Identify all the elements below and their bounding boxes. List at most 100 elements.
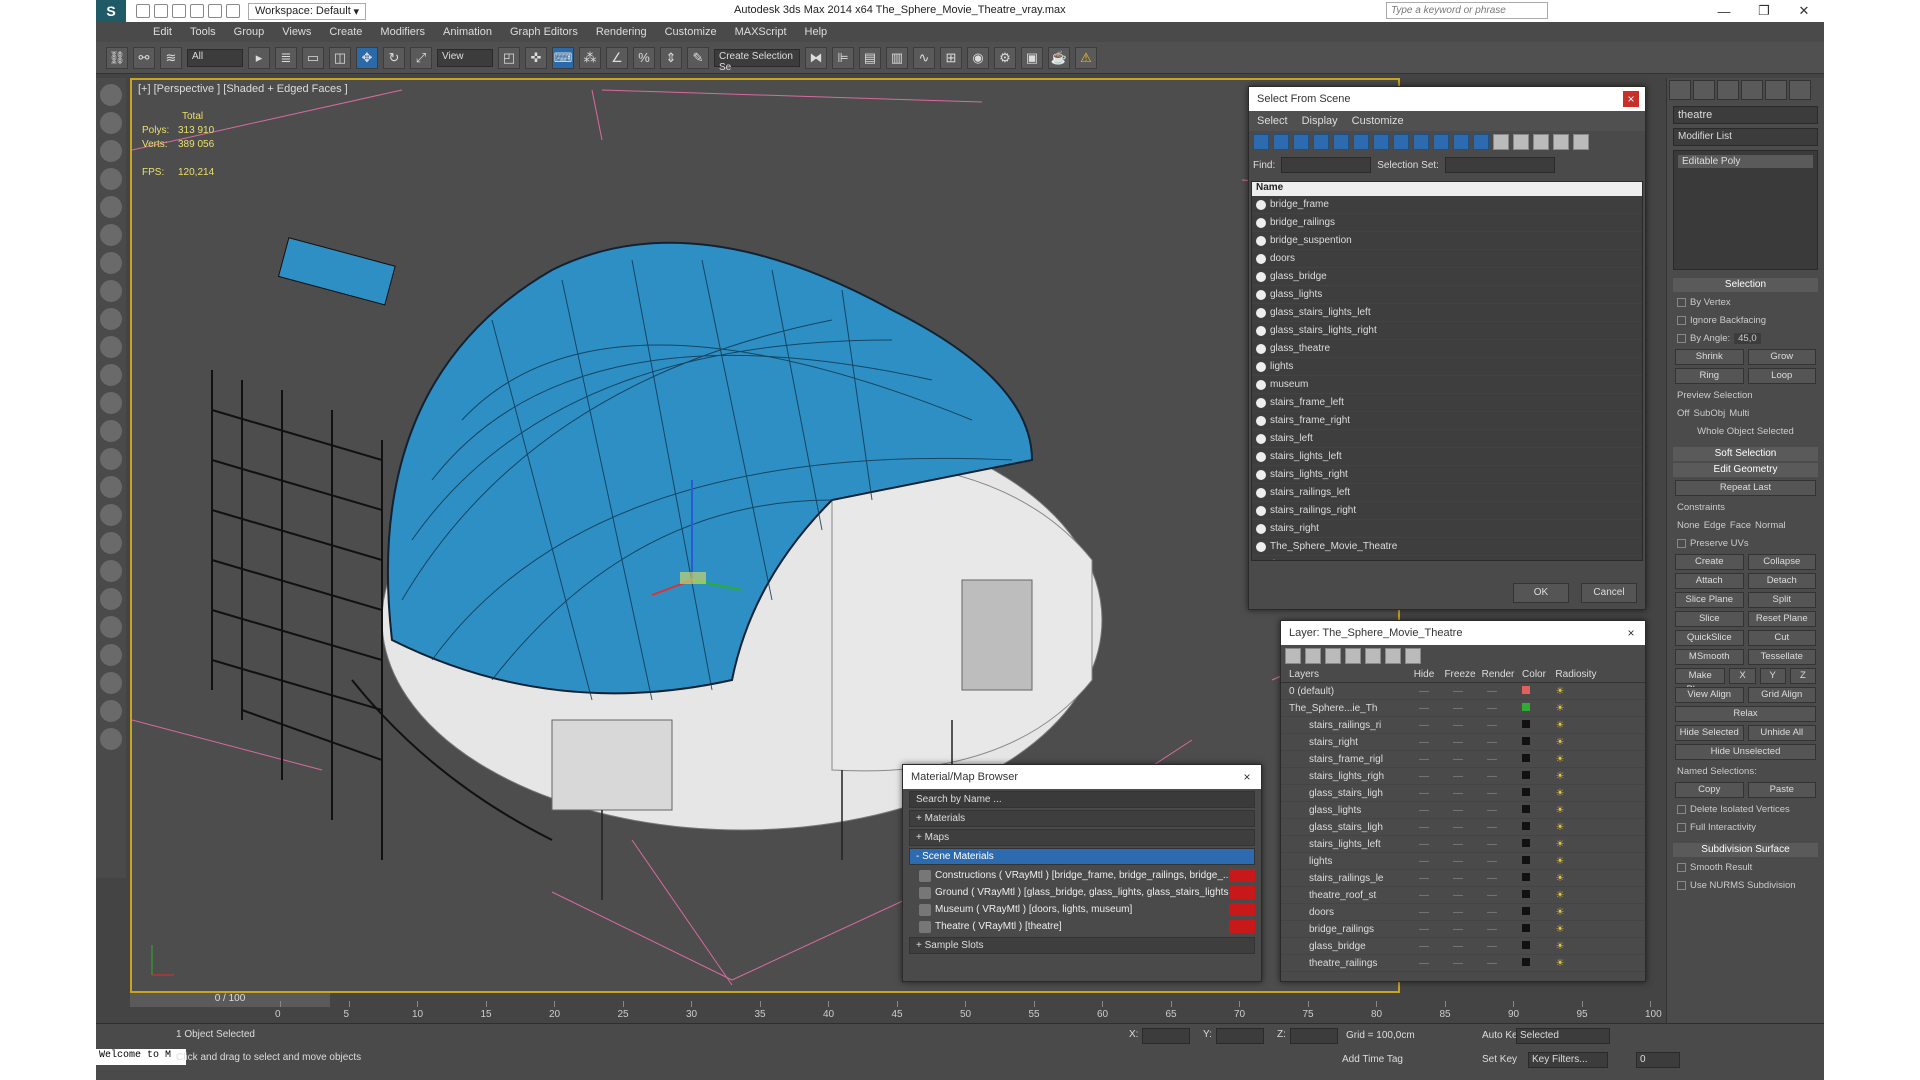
list-item[interactable]: stairs_right [1252, 520, 1642, 538]
list-item[interactable]: glass_bridge [1252, 268, 1642, 286]
schematic-view-icon[interactable]: ⊞ [940, 46, 962, 69]
subobj-radio[interactable]: SubObj [1694, 408, 1726, 419]
timeline-ruler[interactable]: 0 5 10 15 20 25 30 35 40 45 50 55 60 65 70 75 80 85 90 95 10… [190, 993, 1662, 1023]
paste-button[interactable]: Paste [1747, 782, 1816, 798]
layer-row[interactable]: stairs_lights_left — — — ☀ [1281, 836, 1645, 853]
menu-select[interactable]: Select [1257, 115, 1288, 127]
freeze-toggle[interactable]: — [1441, 890, 1475, 901]
layer-row[interactable]: stairs_right — — — ☀ [1281, 734, 1645, 751]
freeze-toggle[interactable]: — [1441, 771, 1475, 782]
rendered-frame-window-icon[interactable]: ▣ [1021, 46, 1043, 69]
freeze-toggle[interactable]: — [1441, 958, 1475, 969]
select-scale-icon[interactable]: ⤢ [410, 46, 432, 69]
slice-plane-button[interactable]: Slice Plane [1675, 592, 1744, 608]
color-cell[interactable] [1509, 702, 1543, 714]
tool-icon[interactable] [100, 84, 122, 106]
display-none-icon[interactable] [1513, 134, 1529, 150]
render-toggle[interactable]: — [1475, 941, 1509, 952]
freeze-toggle[interactable]: — [1441, 737, 1475, 748]
render-toggle[interactable]: — [1475, 805, 1509, 816]
radiosity-icon[interactable]: ☀ [1543, 703, 1577, 714]
hide-toggle[interactable]: — [1407, 805, 1441, 816]
render-production-icon[interactable]: ☕ [1048, 46, 1070, 69]
list-item[interactable]: glass_theatre [1252, 340, 1642, 358]
layer-row[interactable]: theatre_roof_st — — — ☀ [1281, 887, 1645, 904]
utilities-tab-icon[interactable] [1789, 80, 1811, 100]
render-toggle[interactable]: — [1475, 788, 1509, 799]
tool-icon[interactable] [100, 336, 122, 358]
off-radio[interactable]: Off [1677, 408, 1690, 419]
tool-icon[interactable] [100, 420, 122, 442]
display-all-icon[interactable] [1493, 134, 1509, 150]
attach-button[interactable]: Attach [1675, 573, 1744, 589]
list-item[interactable]: lights [1252, 358, 1642, 376]
freeze-toggle[interactable]: — [1441, 856, 1475, 867]
layer-row[interactable]: glass_stairs_ligh — — — ☀ [1281, 819, 1645, 836]
hide-toggle[interactable]: — [1407, 686, 1441, 697]
ignore-backfacing-checkbox[interactable]: Ignore Backfacing [1677, 312, 1814, 328]
col-layers[interactable]: Layers [1281, 669, 1407, 682]
freeze-toggle[interactable]: — [1441, 839, 1475, 850]
menu-tools[interactable]: Tools [181, 26, 225, 38]
tool-icon[interactable] [100, 224, 122, 246]
hide-toggle[interactable]: — [1407, 924, 1441, 935]
tool-icon[interactable] [100, 560, 122, 582]
align-icon[interactable]: ⊫ [832, 46, 854, 69]
select-move-icon[interactable]: ✥ [356, 46, 378, 69]
find-input[interactable] [1281, 157, 1372, 173]
render-toggle[interactable]: — [1475, 924, 1509, 935]
filter-cameras-icon[interactable] [1313, 134, 1329, 150]
z-coord-field[interactable] [1290, 1028, 1338, 1044]
radiosity-icon[interactable]: ☀ [1543, 941, 1577, 952]
color-cell[interactable] [1509, 770, 1543, 782]
close-icon[interactable]: × [1239, 769, 1255, 785]
col-freeze[interactable]: Freeze [1441, 669, 1479, 682]
freeze-toggle[interactable]: — [1441, 805, 1475, 816]
search-by-name-input[interactable]: Search by Name ... [909, 791, 1255, 808]
timeline[interactable]: 0 / 100 0 5 10 15 20 25 30 35 40 45 50 55 60 65 70 75 80… [130, 993, 1666, 1023]
hide-selected-button[interactable]: Hide Selected [1675, 725, 1744, 741]
tool-icon[interactable] [100, 672, 122, 694]
tool-icon[interactable] [100, 280, 122, 302]
tool-icon[interactable] [100, 448, 122, 470]
render-toggle[interactable]: — [1475, 890, 1509, 901]
color-cell[interactable] [1509, 855, 1543, 867]
tool-icon[interactable] [100, 112, 122, 134]
hide-toggle[interactable]: — [1407, 856, 1441, 867]
layer-row[interactable]: stairs_railings_le — — — ☀ [1281, 870, 1645, 887]
list-item[interactable]: bridge_frame [1252, 196, 1642, 214]
render-toggle[interactable]: — [1475, 737, 1509, 748]
view-align-button[interactable]: View Align [1675, 687, 1744, 703]
delete-isolated-checkbox[interactable]: Delete Isolated Vertices [1677, 801, 1814, 817]
tool-icon[interactable] [100, 364, 122, 386]
keyboard-shortcut-override-icon[interactable]: ⌨ [552, 46, 574, 69]
filter-geometry-icon[interactable] [1253, 134, 1269, 150]
menu-rendering[interactable]: Rendering [587, 26, 656, 38]
shrink-button[interactable]: Shrink [1675, 349, 1744, 365]
highlight-layer-icon[interactable] [1365, 648, 1381, 664]
render-toggle[interactable]: — [1475, 958, 1509, 969]
group-materials[interactable]: + Materials [909, 810, 1255, 827]
z-button[interactable]: Z [1789, 668, 1817, 684]
by-vertex-checkbox[interactable]: By Vertex [1677, 294, 1814, 310]
render-toggle[interactable]: — [1475, 873, 1509, 884]
layer-row[interactable]: lights — — — ☀ [1281, 853, 1645, 870]
name-column-header[interactable]: Name [1252, 182, 1642, 196]
col-radiosity[interactable]: Radiosity [1551, 669, 1601, 682]
color-cell[interactable] [1509, 736, 1543, 748]
render-toggle[interactable]: — [1475, 907, 1509, 918]
radiosity-icon[interactable]: ☀ [1543, 822, 1577, 833]
collapse-button[interactable]: Collapse [1747, 554, 1816, 570]
filter-xrefs-icon[interactable] [1393, 134, 1409, 150]
layer-row[interactable]: bridge_railings — — — ☀ [1281, 921, 1645, 938]
color-cell[interactable] [1509, 719, 1543, 731]
hide-toggle[interactable]: — [1407, 822, 1441, 833]
menu-display[interactable]: Display [1302, 115, 1338, 127]
layer-row[interactable]: theatre_railings — — — ☀ [1281, 955, 1645, 972]
freeze-toggle[interactable]: — [1441, 873, 1475, 884]
sort-icon[interactable] [1553, 134, 1569, 150]
hide-toggle[interactable]: — [1407, 703, 1441, 714]
cut-button[interactable]: Cut [1747, 630, 1816, 646]
edit-named-sets-icon[interactable]: ✎ [687, 46, 709, 69]
group-sample-slots[interactable]: + Sample Slots [909, 937, 1255, 954]
